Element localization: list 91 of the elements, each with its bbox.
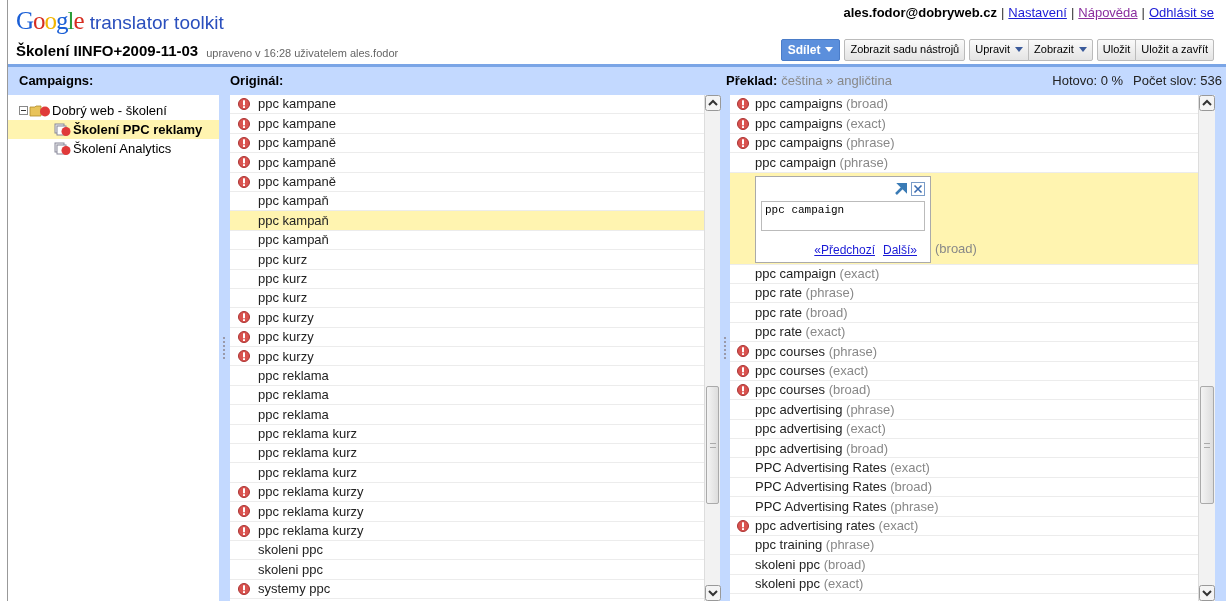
segment-row[interactable]: ppc reklama kurzy [230, 482, 704, 503]
link-separator: | [1070, 4, 1075, 22]
segment-row[interactable]: ppc reklama [230, 385, 704, 406]
folder-icon [29, 104, 51, 117]
header-link[interactable]: Nápověda [1078, 3, 1138, 23]
segment-row[interactable]: skoleni ppc (broad) [730, 555, 1198, 575]
segment-row[interactable]: ppc kurz [230, 250, 704, 270]
segment-row[interactable]: ppc advertising (exact) [730, 419, 1198, 440]
link-separator: | [1000, 4, 1005, 22]
tree-item[interactable]: Školení Analytics [8, 139, 219, 158]
segment-row[interactable]: PPC Advertising Rates (broad) [730, 477, 1198, 498]
segment-row[interactable]: ppc reklama kurz [230, 463, 704, 483]
google-logo: Google [16, 8, 84, 34]
scroll-down-icon[interactable] [705, 585, 721, 601]
segment-row[interactable]: ppc advertising (broad) [730, 439, 1198, 459]
panel-heading: Originál: [230, 72, 285, 91]
segment-row[interactable]: PPC Advertising Rates (phrase) [730, 497, 1198, 517]
segment-row[interactable]: ppc kampaň [230, 211, 704, 231]
segment-row[interactable]: PPC Advertising Rates (exact) [730, 458, 1198, 478]
segment-row[interactable]: ppc campaigns (phrase) [730, 133, 1198, 154]
toolbar-button[interactable]: Zobrazit sadu nástrojů [844, 38, 966, 61]
match-type: (broad) [935, 240, 977, 259]
tree-item[interactable]: Školení PPC reklamy [8, 120, 219, 139]
toolbar-button[interactable]: Uložit [1096, 38, 1137, 61]
scroll-up-icon[interactable] [705, 95, 721, 111]
previous-link[interactable]: «Předchozí [814, 240, 875, 259]
scrollbar[interactable] [1198, 95, 1215, 601]
segment-row[interactable]: skoleni ppc [230, 560, 704, 580]
scrollbar[interactable] [704, 95, 720, 601]
collapse-icon[interactable] [19, 106, 28, 115]
segment-row[interactable]: ppc courses (exact) [730, 361, 1198, 381]
link-separator: | [1141, 4, 1145, 22]
segment-row[interactable]: ppc kampaň [230, 230, 704, 251]
toolbar-button[interactable]: Uložit a zavřít [1135, 38, 1214, 61]
segment-row[interactable]: ppc kurzy [230, 327, 704, 348]
segment-row[interactable]: ppc courses (phrase) [730, 342, 1198, 362]
splitter-handle[interactable] [223, 337, 226, 359]
toolbar-button[interactable]: Upravit [969, 38, 1030, 61]
segment-row[interactable]: ppc rate (broad) [730, 303, 1198, 323]
progress-text: Hotovo: 0 % [1052, 72, 1124, 91]
scroll-down-icon[interactable] [1199, 585, 1215, 601]
segment-row[interactable]: ppc kampaně [230, 133, 704, 154]
header-link[interactable]: Odhlásit se [1148, 3, 1214, 23]
splitter-handle[interactable] [723, 337, 727, 359]
segment-row[interactable]: ppc kurz [230, 288, 704, 309]
arrow-icon[interactable] [895, 182, 907, 195]
segment-row[interactable]: ppc kampaně [230, 153, 704, 173]
segment-row[interactable]: ppc reklama [230, 405, 704, 425]
scroll-thumb[interactable] [1200, 386, 1214, 504]
close-icon[interactable] [911, 181, 925, 196]
segment-row[interactable]: ppc training (phrase) [730, 536, 1198, 556]
panel-heading: Překlad: [726, 72, 778, 91]
segment-row[interactable]: ppc kampane [230, 114, 704, 134]
edited-note: upraveno v 16:28 uživatelem ales.fodor [206, 46, 399, 61]
next-link[interactable]: Další» [883, 240, 917, 259]
document-title: Školení IINFO+2009-11-03 [16, 41, 199, 61]
segment-row[interactable]: ppc reklama [230, 366, 704, 386]
scroll-up-icon[interactable] [1199, 95, 1215, 111]
word-count: Počet slov: 536 [1133, 72, 1222, 91]
segment-row[interactable]: ppc reklama kurz [230, 444, 704, 464]
document-icon [54, 141, 72, 156]
segment-row[interactable]: ppc advertising rates (exact) [730, 516, 1198, 537]
segment-row[interactable]: ppc reklama kurzy [230, 502, 704, 522]
header-link[interactable]: Nastavení [1008, 3, 1067, 23]
segment-row[interactable]: ppc kurz [230, 269, 704, 289]
segment-row[interactable]: ppc campaigns (exact) [730, 114, 1198, 134]
segment-row[interactable]: skoleni ppc [230, 541, 704, 561]
segment-row[interactable]: ppc reklama kurzy [230, 521, 704, 541]
tree-item[interactable]: Dobrý web - školení [52, 100, 167, 121]
translation-input[interactable]: ppc campaign [761, 200, 925, 231]
segment-row[interactable]: ppc kampane [230, 95, 704, 115]
segment-row[interactable]: ppc campaign (exact) [730, 264, 1198, 284]
segment-row[interactable]: systemy ppc [230, 579, 704, 600]
segment-row[interactable]: ppc kurzy [230, 308, 704, 328]
document-icon [54, 122, 72, 137]
segment-row[interactable]: ppc campaigns (broad) [730, 95, 1198, 115]
segment-row[interactable]: ppc campaign (phrase) [730, 153, 1198, 173]
scroll-thumb[interactable] [706, 386, 719, 504]
segment-row[interactable]: ppc rate (exact) [730, 322, 1198, 343]
segment-row[interactable]: skoleni ppc (exact) [730, 574, 1198, 595]
segment-row[interactable]: ppc advertising (phrase) [730, 400, 1198, 420]
toolbar-button[interactable]: Zobrazit [1028, 38, 1093, 61]
segment-row[interactable]: ppc kurzy [230, 347, 704, 367]
language-pair: čeština » angličtina [781, 72, 892, 91]
panel-heading: Campaigns: [18, 72, 95, 91]
user-email: ales.fodor@dobryweb.cz [843, 4, 997, 22]
segment-row[interactable]: ppc courses (broad) [730, 380, 1198, 401]
product-name: translator toolkit [89, 12, 224, 34]
segment-row[interactable]: ppc kampaně [230, 172, 704, 192]
segment-row[interactable]: ppc reklama kurz [230, 424, 704, 445]
segment-row[interactable]: ppc rate (phrase) [730, 283, 1198, 304]
